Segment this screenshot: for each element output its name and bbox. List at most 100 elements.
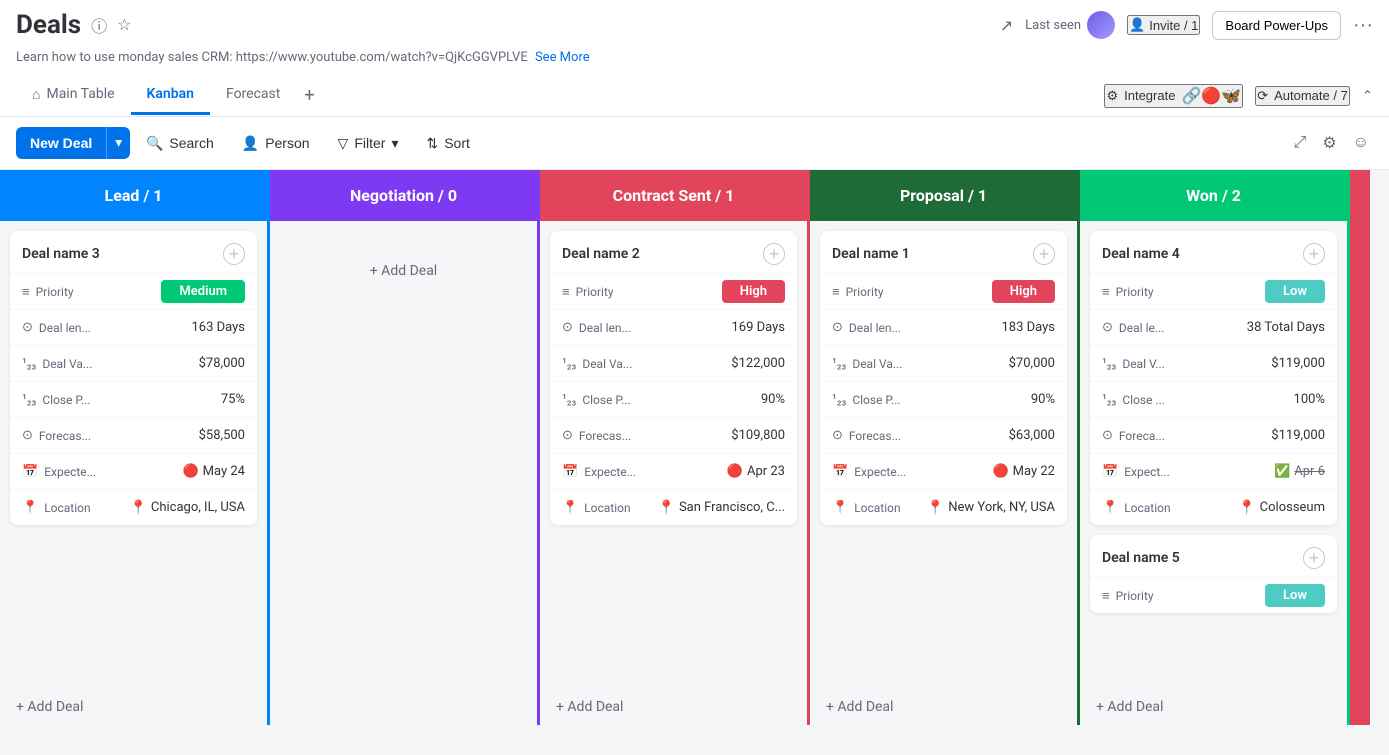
close-prob-icon-1: ¹₂₃ bbox=[832, 392, 846, 407]
close-prob-label-text-4: Close ... bbox=[1122, 393, 1165, 407]
card-deal-2-priority-row: ≡ Priority High bbox=[550, 273, 797, 309]
deal-3-forecast: $58,500 bbox=[199, 428, 245, 443]
deal-3-date: 🔴 May 24 bbox=[182, 464, 245, 479]
last-seen: Last seen bbox=[1025, 11, 1115, 39]
deal-3-value: $78,000 bbox=[199, 356, 245, 371]
location-label-text-2: Location bbox=[584, 501, 630, 515]
close-prob-label-2: ¹₂₃ Close P... bbox=[562, 392, 652, 407]
sort-button[interactable]: ⇅ Sort bbox=[414, 129, 481, 158]
card-deal-4-add[interactable]: + bbox=[1303, 243, 1325, 265]
add-tab-button[interactable]: + bbox=[296, 75, 322, 116]
card-deal-2-value-row: ¹₂₃ Deal Va... $122,000 bbox=[550, 345, 797, 381]
priority-label-text-4: Priority bbox=[1116, 285, 1154, 299]
deal-3-location: 📍 Chicago, IL, USA bbox=[129, 500, 245, 516]
integrate-label: Integrate bbox=[1124, 88, 1175, 103]
tab-forecast[interactable]: Forecast bbox=[210, 76, 296, 115]
board-power-ups-button[interactable]: Board Power-Ups bbox=[1212, 11, 1341, 40]
expected-label-2: 📅 Expecte... bbox=[562, 464, 652, 479]
column-lead-body: Deal name 3 + ≡ Priority Medium bbox=[0, 221, 267, 689]
deal-1-close: 90% bbox=[1031, 392, 1055, 407]
card-deal-1-add[interactable]: + bbox=[1033, 243, 1055, 265]
deal-value-icon-2: ¹₂₃ bbox=[562, 356, 576, 371]
add-deal-contract[interactable]: + Add Deal bbox=[540, 689, 807, 725]
card-deal-4: Deal name 4 + ≡ Priority Low bbox=[1090, 231, 1337, 525]
filter-button[interactable]: ▽ Filter ▾ bbox=[326, 129, 411, 158]
forecast-label-2: ⊙ Forecas... bbox=[562, 428, 652, 443]
deal-2-name: Deal name 2 bbox=[562, 246, 640, 262]
automate-button[interactable]: ⟳ Automate / 7 bbox=[1255, 86, 1350, 106]
deal-value-icon: ¹₂₃ bbox=[22, 356, 36, 371]
tab-main-table[interactable]: ⌂ Main Table bbox=[16, 76, 131, 116]
priority-badge-high-2[interactable]: High bbox=[722, 280, 785, 303]
close-prob-label-4: ¹₂₃ Close ... bbox=[1102, 392, 1192, 407]
column-lead-header: Lead / 1 bbox=[0, 170, 267, 221]
deal-2-priority-value[interactable]: High bbox=[722, 284, 785, 299]
deal-3-priority-value[interactable]: Medium bbox=[161, 284, 245, 299]
deal-2-location-text: San Francisco, C... bbox=[679, 500, 785, 515]
priority-badge-high-1[interactable]: High bbox=[992, 280, 1055, 303]
tab-kanban[interactable]: Kanban bbox=[131, 76, 210, 115]
search-icon: 🔍 bbox=[146, 135, 163, 152]
deal-1-location: 📍 New York, NY, USA bbox=[927, 500, 1055, 516]
expected-icon-1: 📅 bbox=[832, 464, 848, 479]
info-icon[interactable]: ⓘ bbox=[89, 11, 109, 39]
see-more-link[interactable]: See More bbox=[535, 50, 590, 65]
card-deal-1-priority-row: ≡ Priority High bbox=[820, 273, 1067, 309]
card-deal-2-add[interactable]: + bbox=[763, 243, 785, 265]
tabs-right: ⚙ Integrate 🔗🔴🦋 ⟳ Automate / 7 ⌃ bbox=[1104, 84, 1373, 108]
deal-2-value: $122,000 bbox=[731, 356, 785, 371]
deal-5-priority-value[interactable]: Low bbox=[1265, 588, 1325, 603]
deal-4-name: Deal name 4 bbox=[1102, 246, 1180, 262]
deal-length-label-1: ⊙ Deal len... bbox=[832, 320, 922, 335]
card-deal-4-header: Deal name 4 + bbox=[1090, 231, 1337, 273]
priority-label-1: ≡ Priority bbox=[832, 284, 922, 300]
priority-label-text: Priority bbox=[36, 285, 74, 299]
avatar bbox=[1087, 11, 1115, 39]
filter-icon: ▽ bbox=[338, 135, 349, 152]
person-icon: 👤 bbox=[1129, 17, 1145, 33]
location-icon-2: 📍 bbox=[562, 500, 578, 515]
close-prob-icon: ¹₂₃ bbox=[22, 392, 36, 407]
new-deal-button[interactable]: New Deal bbox=[16, 127, 106, 159]
more-options-button[interactable]: ··· bbox=[1353, 14, 1373, 37]
emoji-button[interactable]: ☺ bbox=[1349, 130, 1373, 156]
add-deal-proposal[interactable]: + Add Deal bbox=[810, 689, 1077, 725]
priority-badge-low-4[interactable]: Low bbox=[1265, 280, 1325, 303]
star-icon[interactable]: ☆ bbox=[115, 13, 133, 37]
card-deal-2-location-row: 📍 Location 📍 San Francisco, C... bbox=[550, 489, 797, 525]
tab-forecast-label: Forecast bbox=[226, 86, 280, 102]
card-deal-5-add[interactable]: + bbox=[1303, 547, 1325, 569]
expected-label-1: 📅 Expecte... bbox=[832, 464, 922, 479]
card-deal-3-add[interactable]: + bbox=[223, 243, 245, 265]
search-button[interactable]: 🔍 Search bbox=[134, 129, 226, 158]
top-right: ↗ Last seen 👤 Invite / 1 Board Power-Ups… bbox=[1000, 11, 1373, 40]
deal-4-priority-value[interactable]: Low bbox=[1265, 284, 1325, 299]
add-deal-lead[interactable]: + Add Deal bbox=[0, 689, 267, 725]
priority-label-2: ≡ Priority bbox=[562, 284, 652, 300]
card-deal-3-value-row: ¹₂₃ Deal Va... $78,000 bbox=[10, 345, 257, 381]
settings-button[interactable]: ⚙ bbox=[1318, 129, 1340, 157]
close-prob-icon-4: ¹₂₃ bbox=[1102, 392, 1116, 407]
expected-label-text-1: Expecte... bbox=[854, 465, 906, 479]
new-deal-dropdown-button[interactable]: ▾ bbox=[106, 127, 130, 159]
priority-row-icon-5: ≡ bbox=[1102, 588, 1110, 604]
integrate-button[interactable]: ⚙ Integrate 🔗🔴🦋 bbox=[1104, 84, 1243, 108]
forecast-label-4: ⊙ Foreca... bbox=[1102, 428, 1192, 443]
person-button[interactable]: 👤 Person bbox=[230, 129, 322, 158]
column-proposal: Proposal / 1 Deal name 1 + ≡ Priority Hi… bbox=[810, 170, 1080, 725]
deal-1-name: Deal name 1 bbox=[832, 246, 910, 262]
priority-row-icon-4: ≡ bbox=[1102, 284, 1110, 300]
card-deal-5-header: Deal name 5 + bbox=[1090, 535, 1337, 577]
column-proposal-body: Deal name 1 + ≡ Priority High bbox=[810, 221, 1077, 689]
info-text: Learn how to use monday sales CRM: https… bbox=[16, 50, 528, 65]
deal-3-close: 75% bbox=[221, 392, 245, 407]
add-deal-negotiation-center[interactable]: + Add Deal bbox=[350, 243, 457, 299]
invite-button[interactable]: 👤 Invite / 1 bbox=[1127, 15, 1200, 35]
deal-1-priority-value[interactable]: High bbox=[992, 284, 1055, 299]
add-deal-won[interactable]: + Add Deal bbox=[1080, 689, 1347, 725]
priority-badge-low-5[interactable]: Low bbox=[1265, 584, 1325, 607]
collapse-button[interactable]: ⌃ bbox=[1362, 88, 1373, 104]
expand-button[interactable]: ⤢ bbox=[1290, 130, 1311, 156]
app-container: Deals ⓘ ☆ ↗ Last seen 👤 Invite / 1 Board… bbox=[0, 0, 1389, 725]
priority-badge-medium[interactable]: Medium bbox=[161, 280, 245, 303]
